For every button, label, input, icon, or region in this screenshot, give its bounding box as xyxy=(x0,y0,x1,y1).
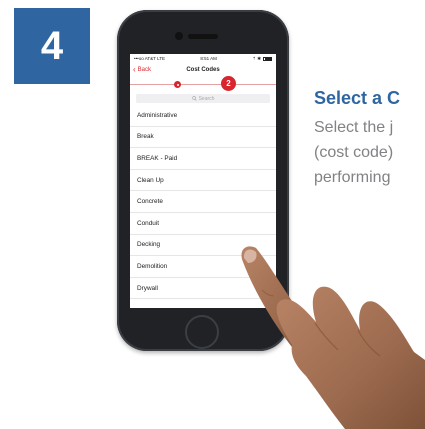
step-number-badge: 4 xyxy=(14,8,90,84)
step-progress: 2 xyxy=(130,76,276,94)
current-step-number: 2 xyxy=(226,79,231,88)
clock-text: 8:51 AM xyxy=(200,56,217,61)
phone-screen: •••oo AT&T LTE 8:51 AM ⇡ ✱ ‹ Back Cost C… xyxy=(130,54,276,308)
list-item[interactable]: Break xyxy=(130,127,276,149)
back-button[interactable]: ‹ Back xyxy=(133,63,151,76)
back-chevron-icon: ‹ xyxy=(133,64,136,74)
cost-code-list: Administrative Break BREAK - Paid Clean … xyxy=(130,105,276,300)
page-title: Cost Codes xyxy=(186,66,220,73)
carrier-text: •••oo AT&T LTE xyxy=(134,56,165,61)
battery-icon xyxy=(263,56,272,61)
list-item[interactable]: Concrete xyxy=(130,191,276,213)
list-item[interactable]: Demolition xyxy=(130,256,276,278)
progress-line xyxy=(130,84,276,85)
instruction-line: (cost code) xyxy=(314,144,394,161)
list-item[interactable]: Clean Up xyxy=(130,170,276,192)
progress-step-previous[interactable] xyxy=(174,81,181,88)
home-button[interactable] xyxy=(185,315,219,349)
search-placeholder: Search xyxy=(198,95,215,102)
instruction-line: performing xyxy=(314,169,391,186)
front-camera xyxy=(175,32,183,40)
search-input[interactable]: Search xyxy=(136,94,270,103)
nav-bar: ‹ Back Cost Codes xyxy=(130,63,276,76)
instruction-heading: Select a C xyxy=(314,88,401,108)
back-label: Back xyxy=(137,66,152,73)
search-icon xyxy=(191,96,197,101)
list-item[interactable]: Decking xyxy=(130,235,276,257)
progress-step-current: 2 xyxy=(221,76,236,91)
list-item[interactable]: Administrative xyxy=(130,105,276,127)
step-number: 4 xyxy=(40,23,64,68)
list-item[interactable]: BREAK - Paid xyxy=(130,148,276,170)
instruction-line: Select the j xyxy=(314,119,394,136)
earpiece xyxy=(188,34,218,39)
status-icons: ⇡ ✱ xyxy=(252,55,261,61)
list-item[interactable]: Drywall xyxy=(130,278,276,300)
phone-frame: •••oo AT&T LTE 8:51 AM ⇡ ✱ ‹ Back Cost C… xyxy=(117,10,289,351)
list-item[interactable]: Conduit xyxy=(130,213,276,235)
instruction-text: Select the j (cost code) performing xyxy=(314,115,393,190)
status-bar: •••oo AT&T LTE 8:51 AM ⇡ ✱ xyxy=(130,54,276,63)
